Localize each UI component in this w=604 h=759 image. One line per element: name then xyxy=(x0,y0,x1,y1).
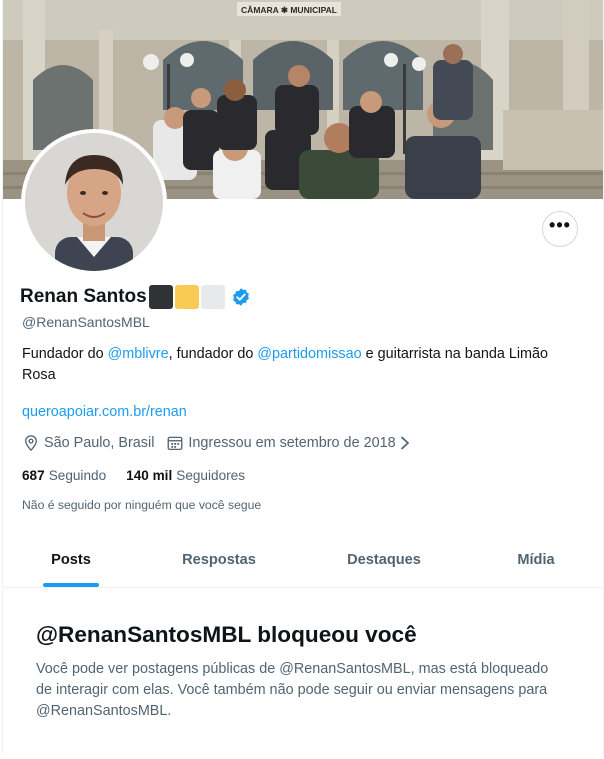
profile-joined-date[interactable]: Ingressou em setembro de 2018 xyxy=(188,435,395,451)
name-emoji-white-square xyxy=(200,285,225,309)
profile-bio: Fundador do @mblivre, fundador do @parti… xyxy=(22,344,582,386)
calendar-icon xyxy=(167,436,183,451)
follow-counts: 687 Seguindo 140 mil Seguidores xyxy=(22,468,265,483)
tab-posts[interactable]: Posts xyxy=(3,533,139,587)
followed-by-text: Não é seguido por ninguém que você segue xyxy=(22,498,262,512)
profile-page: CÂMARA ✱ MUNICIPAL ••• Renan Santos @Ren… xyxy=(2,0,604,755)
profile-name-row: Renan Santos xyxy=(20,285,251,309)
chevron-right-icon[interactable] xyxy=(399,436,411,450)
followers-count-link[interactable]: 140 mil Seguidores xyxy=(126,468,245,483)
name-emoji-yellow-square xyxy=(174,285,199,309)
name-emoji-black-square xyxy=(148,285,173,309)
mention-link-mblivre[interactable]: @mblivre xyxy=(108,346,169,362)
followers-label: Seguidores xyxy=(176,468,246,483)
tab-media[interactable]: Mídia xyxy=(469,533,603,587)
following-count-link[interactable]: 687 Seguindo xyxy=(22,468,106,483)
more-options-button[interactable]: ••• xyxy=(542,211,578,247)
avatar-photo xyxy=(25,133,163,271)
profile-location: São Paulo, Brasil xyxy=(44,435,155,451)
verified-badge-icon[interactable] xyxy=(231,287,251,307)
more-icon: ••• xyxy=(549,215,571,235)
following-count: 687 xyxy=(22,468,45,483)
blocked-title: @RenanSantosMBL bloqueou você xyxy=(36,622,417,647)
profile-avatar[interactable] xyxy=(21,129,167,275)
location-pin-icon xyxy=(25,435,37,452)
blocked-message: Você pode ver postagens públicas de @Ren… xyxy=(36,661,549,719)
following-label: Seguindo xyxy=(48,468,107,483)
bio-text: Fundador do xyxy=(22,346,108,362)
tab-replies[interactable]: Respostas xyxy=(139,533,299,587)
mention-link-partidomissao[interactable]: @partidomissao xyxy=(257,346,361,362)
profile-tabs: Posts Respostas Destaques Mídia xyxy=(3,533,603,588)
profile-handle: @RenanSantosMBL xyxy=(22,314,150,330)
bio-text: , fundador do xyxy=(168,346,258,362)
followers-count: 140 mil xyxy=(126,468,173,483)
profile-name: Renan Santos xyxy=(20,286,147,307)
banner-sign-text: CÂMARA ✱ MUNICIPAL xyxy=(241,4,337,15)
tab-highlights[interactable]: Destaques xyxy=(299,533,469,587)
website-link[interactable]: queroapoiar.com.br/renan xyxy=(22,404,187,420)
profile-meta: São Paulo, Brasil Ingressou em setembro … xyxy=(22,434,411,452)
